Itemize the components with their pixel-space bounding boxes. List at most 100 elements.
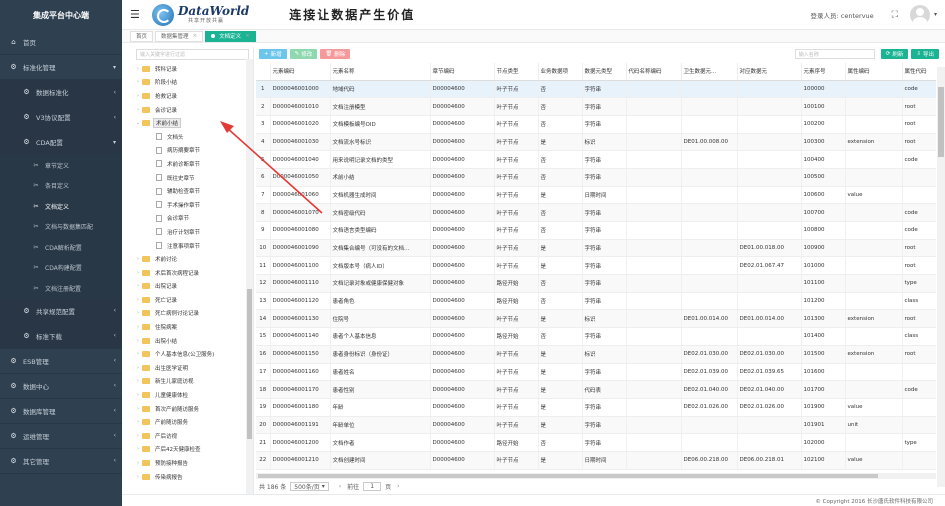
sidebar-group[interactable]: ⚙ V3协议配置 ‹ bbox=[0, 105, 122, 130]
chevron-right-icon[interactable]: › bbox=[134, 338, 142, 344]
chevron-right-icon[interactable]: › bbox=[134, 256, 142, 262]
chevron-right-icon[interactable]: › bbox=[134, 365, 142, 371]
column-header[interactable]: 属性代码 bbox=[902, 63, 936, 81]
tab[interactable]: 数据集管理 × bbox=[155, 30, 204, 42]
tree-node[interactable]: › 首次产前随访服务 bbox=[132, 402, 253, 416]
page-size-select[interactable]: 500条/页 ▾ bbox=[290, 481, 329, 491]
table-row[interactable]: 7 D000046001060 文档机器生成时间 D00004600 叶子节点是日期时间… bbox=[256, 186, 936, 205]
tree-node[interactable]: 会诊章节 bbox=[132, 212, 253, 226]
tree-node[interactable]: › 出院记录 bbox=[132, 280, 253, 294]
tree-node[interactable]: › 传染病报告 bbox=[132, 470, 253, 484]
chevron-right-icon[interactable]: › bbox=[134, 460, 142, 466]
sidebar-group[interactable]: ⚙ CDA配置 ▾ bbox=[0, 130, 122, 155]
column-header[interactable]: 属性编码 bbox=[845, 63, 903, 81]
tree-scrollbar-thumb[interactable] bbox=[247, 289, 252, 439]
export-button[interactable]: ⇩ 导出 bbox=[911, 49, 939, 59]
name-search-input[interactable]: 输入名称 bbox=[794, 49, 875, 59]
tree-node[interactable]: › 产前随访服务 bbox=[132, 415, 253, 429]
table-row[interactable]: 12 D000046001110 文档记录对象或健康保健对象 D00004600 路径开… bbox=[256, 274, 936, 293]
sidebar-group[interactable]: ⚙ 数据标准化 ‹ bbox=[0, 80, 122, 105]
page-number-input[interactable]: 1 bbox=[363, 481, 382, 491]
column-header[interactable]: 代码名称编码 bbox=[626, 63, 682, 81]
column-header[interactable]: 数据元类型 bbox=[582, 63, 627, 81]
table-row[interactable]: 11 D000046001100 文档版本号（病人ID） D00004600 叶子节点是… bbox=[256, 256, 936, 276]
table-row[interactable]: 22 D000046001210 文档创建时间 D00004600 叶子节点是日期时间 D… bbox=[256, 451, 936, 470]
tree-node[interactable]: › 抢救记录 bbox=[132, 89, 253, 103]
chevron-right-icon[interactable]: › bbox=[134, 270, 142, 276]
tab[interactable]: 文档定义 × bbox=[205, 30, 256, 42]
chevron-right-icon[interactable]: › bbox=[134, 297, 142, 303]
sidebar-item[interactable]: ⚙ 运维管理 ‹ bbox=[0, 424, 122, 449]
tree-node[interactable]: › 会诊记录 bbox=[132, 103, 253, 117]
sidebar-item[interactable]: ⚙ ESB管理 ‹ bbox=[0, 349, 122, 374]
table-row[interactable]: 15 D000046001140 患者个人基本信息 D00004600 路径开始否字符串… bbox=[256, 327, 936, 346]
tree-node[interactable]: › 预防接种报告 bbox=[132, 456, 253, 470]
tree-node[interactable]: 文档头 bbox=[132, 130, 253, 144]
sidebar-subitem[interactable]: ✂ 条目定义 bbox=[0, 175, 122, 196]
tree-node[interactable]: › 儿童健康体检 bbox=[132, 388, 253, 402]
table-row[interactable]: 5 D000046001040 用来说明记录文档的类型 D00004600 叶子节点否字… bbox=[256, 150, 936, 169]
tree-node[interactable]: 治疗计划章节 bbox=[132, 225, 253, 239]
close-icon[interactable]: × bbox=[245, 33, 250, 39]
column-header[interactable]: 章节编码 bbox=[430, 63, 495, 81]
tree-search-input[interactable]: 输入关键字进行过滤 bbox=[136, 49, 249, 60]
table-row[interactable]: 13 D000046001120 患者角色 D00004600 路径开始否字符串 1012… bbox=[256, 292, 936, 311]
table-row[interactable]: 8 D000046001070 文档密级代码 D00004600 叶子节点否字符串 100… bbox=[256, 203, 936, 222]
chevron-right-icon[interactable]: › bbox=[134, 446, 142, 452]
sidebar-subitem[interactable]: ✂ 文档注册配置 bbox=[0, 278, 122, 299]
tree-node[interactable]: 注意事项章节 bbox=[132, 239, 253, 253]
chevron-right-icon[interactable]: › bbox=[134, 310, 142, 316]
tree-node[interactable]: 既往史章节 bbox=[132, 171, 253, 185]
chevron-right-icon[interactable]: › bbox=[134, 406, 142, 412]
table-horizontal-scrollbar[interactable] bbox=[256, 473, 936, 479]
tree-node[interactable]: › 产后访视 bbox=[132, 429, 253, 443]
tree-node[interactable]: › 出院小结 bbox=[132, 334, 253, 348]
chevron-right-icon[interactable]: › bbox=[134, 433, 142, 439]
tree-node[interactable]: › 死亡病例讨论记录 bbox=[132, 307, 253, 321]
sidebar-group[interactable]: ⚙ 标准下载 ‹ bbox=[0, 323, 122, 349]
chevron-right-icon[interactable]: › bbox=[134, 107, 142, 113]
menu-toggle-icon[interactable]: ☰ bbox=[130, 8, 142, 21]
table-row[interactable]: 16 D000046001150 患者身份标识（身份证） D00004600 叶子节点是… bbox=[256, 345, 936, 364]
fullscreen-icon[interactable]: ⛶ bbox=[892, 10, 898, 20]
tree-scrollbar[interactable] bbox=[246, 59, 253, 501]
refresh-button[interactable]: ⟳ 刷新 bbox=[880, 49, 909, 59]
tree-node[interactable]: › 住院病案 bbox=[132, 320, 253, 334]
table-vertical-scrollbar-thumb[interactable] bbox=[938, 87, 944, 157]
chevron-right-icon[interactable]: › bbox=[134, 378, 142, 384]
prev-page-button[interactable]: ‹ bbox=[339, 483, 341, 490]
sidebar-subitem[interactable]: ✂ CDA解析配置 bbox=[0, 237, 122, 258]
table-row[interactable]: 19 D000046001180 年龄 D00004600 叶子节点是字符串 DE02.0… bbox=[256, 398, 936, 417]
column-header[interactable]: 节点类型 bbox=[494, 63, 539, 81]
table-row[interactable]: 1 D000046001000 地域代码 D00004600 叶子节点否字符串 10000… bbox=[256, 80, 936, 99]
chevron-down-icon[interactable]: ▾ bbox=[934, 11, 937, 18]
table-horizontal-scrollbar-thumb[interactable] bbox=[258, 474, 878, 478]
avatar[interactable] bbox=[909, 4, 930, 25]
sidebar-item[interactable]: ⚙ 数据中心 ‹ bbox=[0, 374, 122, 399]
column-header[interactable]: 元素编码 bbox=[270, 63, 331, 81]
sidebar-subitem[interactable]: ✂ CDA构建配置 bbox=[0, 257, 122, 278]
table-row[interactable]: 17 D000046001160 患者姓名 D00004600 叶子节点是字符串 DE02… bbox=[256, 363, 936, 382]
column-header[interactable]: 业务数据项 bbox=[538, 63, 583, 81]
tree-node[interactable]: 术前诊断章节 bbox=[132, 157, 253, 171]
chevron-right-icon[interactable]: › bbox=[134, 79, 142, 85]
chevron-right-icon[interactable]: › bbox=[134, 474, 142, 480]
tree-node[interactable]: › 新生儿家庭访视 bbox=[132, 375, 253, 389]
tree-node[interactable]: › 个人基本信息(公卫服务) bbox=[132, 347, 253, 361]
tree-node[interactable]: 辅助检查章节 bbox=[132, 184, 253, 198]
table-row[interactable]: 4 D000046001030 文档流水号标识 D00004600 叶子节点是标识 DE0… bbox=[256, 133, 936, 152]
sidebar-subitem[interactable]: ✂ 章节定义 bbox=[0, 155, 122, 176]
tree-node[interactable]: 病历摘要章节 bbox=[132, 144, 253, 158]
tree-node[interactable]: › 术后首次病程记录 bbox=[132, 266, 253, 280]
column-header[interactable]: 卫生数据元... bbox=[681, 63, 738, 81]
sidebar-subitem[interactable]: ✂ 文档定义 bbox=[0, 196, 122, 217]
chevron-right-icon[interactable]: › bbox=[134, 93, 142, 99]
column-header[interactable]: 对应数据元 bbox=[737, 63, 802, 81]
tab[interactable]: 首页 bbox=[130, 30, 154, 42]
chevron-right-icon[interactable]: › bbox=[134, 324, 142, 330]
chevron-right-icon[interactable]: › bbox=[134, 283, 142, 289]
table-row[interactable]: 20 D000046001191 年龄单位 D00004600 叶子节点是字符串 1019… bbox=[256, 416, 936, 435]
tree-node[interactable]: ⌄ 术前小结 bbox=[132, 116, 253, 130]
tree-node[interactable]: › 产后42天健康检查 bbox=[132, 443, 253, 457]
close-icon[interactable]: × bbox=[193, 33, 198, 39]
